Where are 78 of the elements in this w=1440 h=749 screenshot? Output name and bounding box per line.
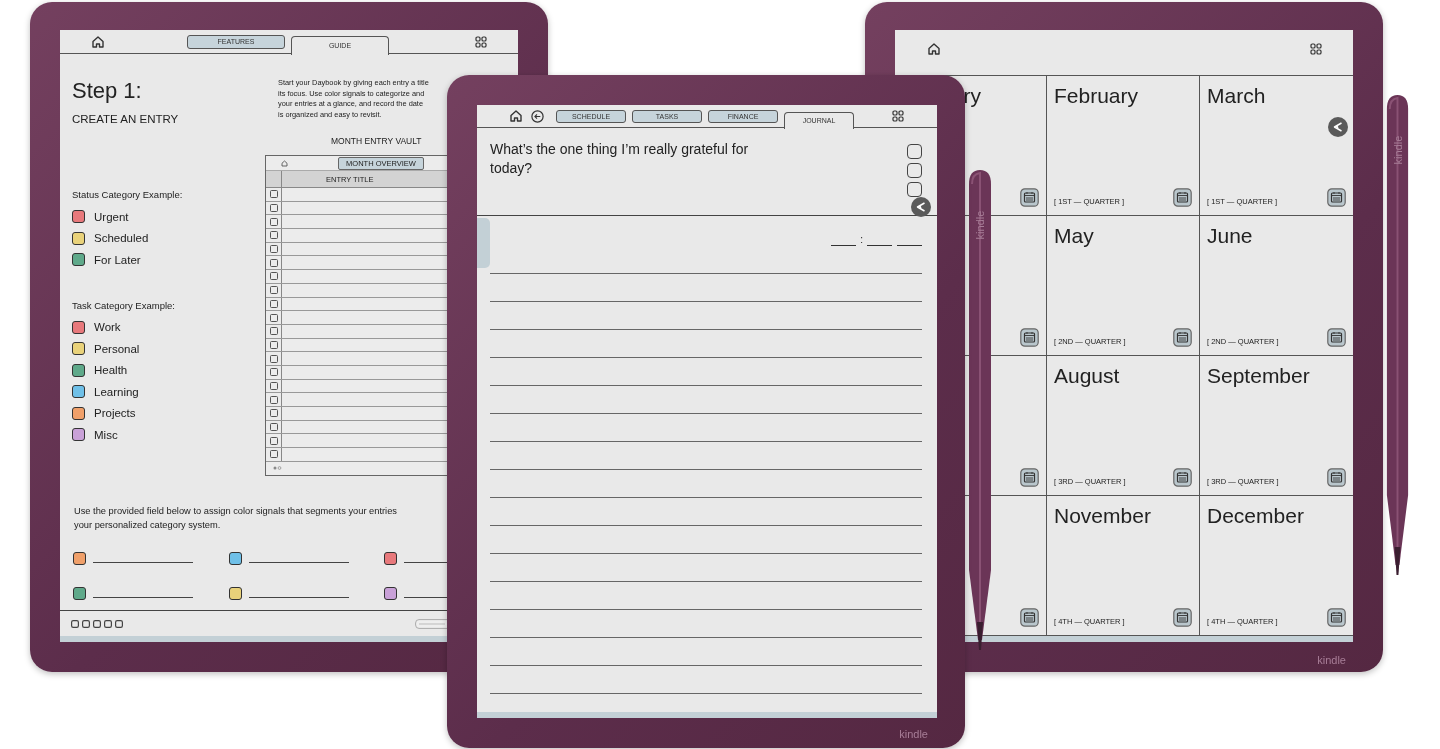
calendar-icon[interactable] [1173, 468, 1192, 487]
pen-button[interactable] [1328, 117, 1348, 137]
calendar-icon[interactable] [1327, 328, 1346, 347]
instructions-paragraph: Use the provided field below to assign color signals that segments your entries your personalized category system. [74, 505, 398, 532]
brand-label: kindle [899, 728, 928, 740]
checkbox[interactable] [907, 144, 922, 159]
grid-menu-icon[interactable] [892, 110, 904, 122]
month-name: March [1207, 84, 1267, 108]
calendar-icon[interactable] [1020, 328, 1039, 347]
category-label: Learning [94, 385, 139, 398]
slider-icon[interactable] [415, 618, 447, 629]
home-icon [281, 159, 288, 167]
checkbox[interactable] [269, 286, 278, 295]
month-name: February [1054, 84, 1140, 108]
checkbox[interactable] [269, 436, 278, 445]
category-heading: Status Category Example: [72, 189, 184, 200]
checkbox[interactable] [269, 272, 278, 281]
calendar-icon[interactable] [1173, 188, 1192, 207]
month-name: May [1054, 224, 1095, 248]
brand-label: kindle [1317, 654, 1346, 666]
month-name: ry [962, 84, 982, 108]
stylus-brand-label: kindle [1391, 135, 1404, 165]
checkbox[interactable] [269, 231, 278, 240]
checkbox[interactable] [269, 299, 278, 308]
page-dots-icon [273, 466, 282, 471]
month-name: June [1207, 224, 1254, 248]
grid-menu-icon[interactable] [1310, 42, 1322, 55]
category-heading: Task Category Example: [72, 299, 176, 311]
checkbox[interactable] [269, 354, 278, 363]
stylus-brand-label: kindle [974, 210, 986, 240]
category-label: Personal [94, 342, 140, 355]
category-label: Projects [94, 407, 136, 420]
category-label: Scheduled [94, 232, 149, 245]
category-label: Health [94, 364, 128, 377]
month-name: September [1207, 364, 1311, 388]
calendar-icon[interactable] [1020, 608, 1039, 627]
checkbox[interactable] [907, 163, 922, 178]
checkbox[interactable] [269, 368, 278, 377]
calendar-icon[interactable] [1020, 188, 1039, 207]
back-icon[interactable] [531, 109, 544, 123]
home-icon[interactable] [509, 109, 523, 123]
checkbox[interactable] [269, 423, 278, 432]
vault-title: MONTH ENTRY VAULT [331, 136, 423, 146]
checkbox[interactable] [269, 313, 278, 322]
category-label: Work [94, 321, 121, 334]
calendar-icon[interactable] [1327, 468, 1346, 487]
page-indicator-icon[interactable] [71, 619, 124, 628]
checkbox[interactable] [269, 409, 278, 418]
fill-in-line[interactable] [831, 245, 857, 246]
month-name: December [1207, 504, 1305, 528]
checkbox[interactable] [269, 204, 278, 213]
calendar-icon[interactable] [1327, 608, 1346, 627]
checkbox[interactable] [269, 217, 278, 226]
calendar-icon[interactable] [1020, 468, 1039, 487]
checkbox[interactable] [269, 450, 278, 459]
calendar-icon[interactable] [1173, 608, 1192, 627]
grid-menu-icon[interactable] [475, 35, 487, 48]
calendar-icon[interactable] [1327, 188, 1346, 207]
checkbox[interactable] [269, 245, 278, 254]
pen-button[interactable] [911, 197, 931, 217]
month-name: November [1054, 504, 1152, 528]
month-name: August [1054, 364, 1121, 388]
checkbox[interactable] [269, 327, 278, 336]
time-separator: : [860, 234, 863, 246]
category-label: For Later [94, 253, 141, 266]
step-title: Step 1: [72, 78, 143, 104]
checkbox[interactable] [269, 381, 278, 390]
home-icon[interactable] [927, 41, 941, 56]
category-label: Urgent [94, 210, 129, 223]
checkbox[interactable] [269, 190, 278, 199]
journal-prompt: What’s the one thing I’m really grateful for today? [490, 140, 750, 178]
checkbox[interactable] [269, 395, 278, 404]
checkbox[interactable] [269, 258, 278, 267]
category-label: Misc [94, 428, 118, 441]
calendar-icon[interactable] [1173, 328, 1192, 347]
checkbox[interactable] [269, 340, 278, 349]
step-subtitle: CREATE AN ENTRY [72, 113, 180, 125]
home-icon[interactable] [91, 34, 105, 49]
